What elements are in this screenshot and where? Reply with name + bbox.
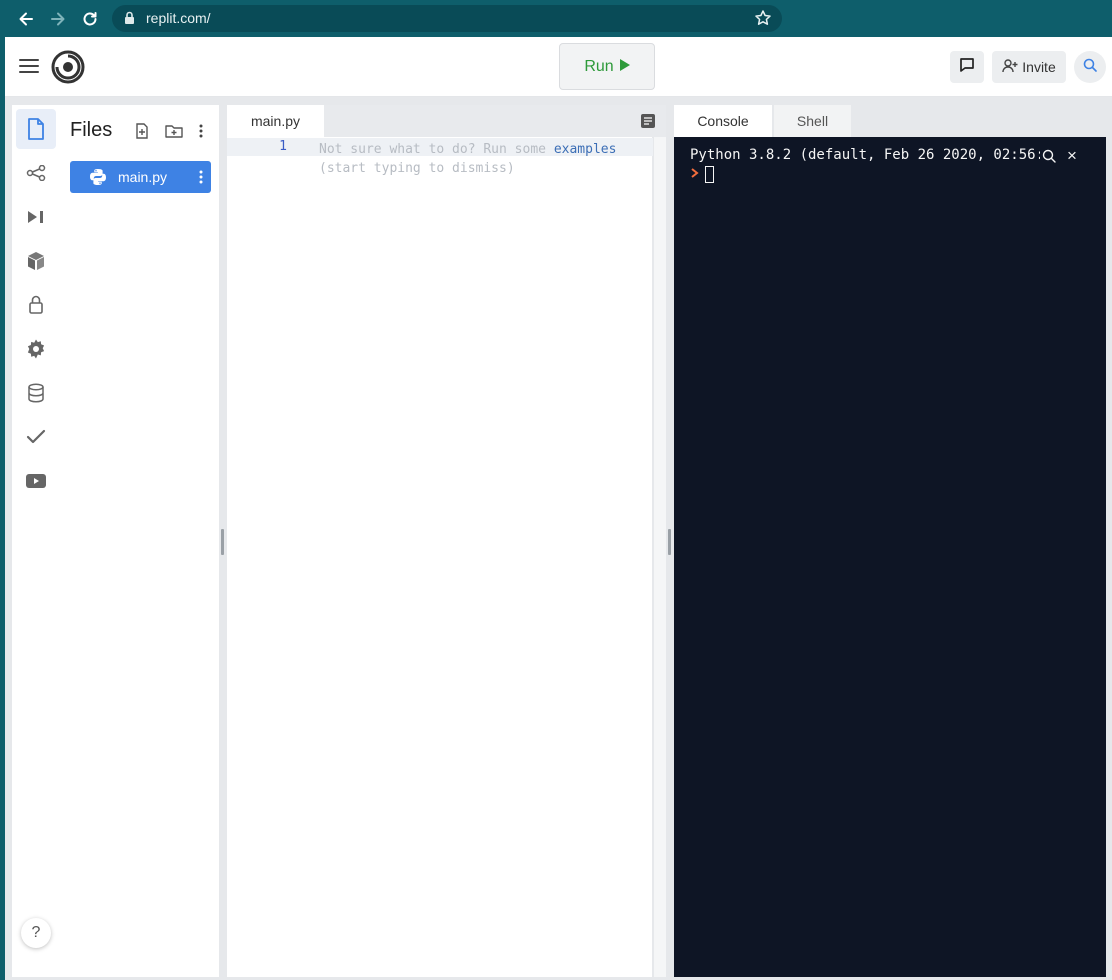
lock-icon xyxy=(124,11,135,30)
files-icon[interactable] xyxy=(16,109,56,149)
editor-resize-handle[interactable] xyxy=(668,529,671,555)
console-output-line: Python 3.8.2 (default, Feb 26 2020, 02:5… xyxy=(690,147,1040,163)
reload-icon[interactable] xyxy=(79,8,101,30)
hamburger-menu-icon[interactable] xyxy=(18,55,40,77)
console-output[interactable]: Python 3.8.2 (default, Feb 26 2020, 02:5… xyxy=(674,137,1106,977)
console-close-icon[interactable]: × xyxy=(1064,146,1080,166)
editor-panel: main.py 1 Not sure what to do? Run some … xyxy=(227,105,666,977)
invite-label: Invite xyxy=(1022,59,1056,75)
placeholder-text: Not sure what to do? Run some xyxy=(319,142,554,157)
window-edge xyxy=(0,37,5,980)
tab-main-py[interactable]: main.py xyxy=(227,105,324,137)
more-options-icon[interactable] xyxy=(191,121,211,141)
video-icon[interactable] xyxy=(16,461,56,501)
line-number: 1 xyxy=(279,139,287,154)
run-button-label: Run xyxy=(584,57,614,75)
packages-icon[interactable] xyxy=(16,241,56,281)
debugger-icon[interactable] xyxy=(16,197,56,237)
help-label: ? xyxy=(31,924,41,941)
invite-button[interactable]: Invite xyxy=(992,51,1066,83)
examples-link[interactable]: examples xyxy=(554,142,617,157)
url-text: replit.com/ xyxy=(146,10,211,26)
terminal-cursor xyxy=(705,166,714,183)
help-button[interactable]: ? xyxy=(21,918,51,948)
search-icon xyxy=(1083,58,1097,77)
settings-gear-icon[interactable] xyxy=(16,329,56,369)
tab-shell[interactable]: Shell xyxy=(774,105,851,137)
prompt-chevron-icon xyxy=(691,167,699,181)
address-bar[interactable]: replit.com/ xyxy=(112,5,782,32)
editor-menu-icon[interactable] xyxy=(640,113,656,129)
app-header: Run Invite xyxy=(5,37,1112,97)
file-options-icon[interactable] xyxy=(193,167,209,187)
editor-scrollbar[interactable] xyxy=(653,137,666,977)
console-search-icon[interactable] xyxy=(1042,149,1058,165)
tab-label: main.py xyxy=(250,113,301,129)
console-tab-label: Console xyxy=(697,113,749,129)
add-user-icon xyxy=(1002,58,1018,76)
forward-arrow-icon[interactable] xyxy=(47,8,69,30)
search-button[interactable] xyxy=(1074,51,1106,83)
lock-secrets-icon[interactable] xyxy=(16,285,56,325)
chat-button[interactable] xyxy=(950,51,984,83)
python-icon xyxy=(89,168,107,191)
new-file-icon[interactable] xyxy=(132,121,152,141)
new-folder-icon[interactable] xyxy=(164,121,184,141)
database-icon[interactable] xyxy=(16,373,56,413)
back-arrow-icon[interactable] xyxy=(15,8,37,30)
sidebar-resize-handle[interactable] xyxy=(221,529,224,555)
file-item-main-py[interactable]: main.py xyxy=(70,161,211,193)
code-editor[interactable]: 1 Not sure what to do? Run some examples… xyxy=(227,137,653,977)
file-name: main.py xyxy=(118,169,168,185)
sidebar-panel: Files main.py ? xyxy=(12,105,219,977)
editor-tab-bar: main.py xyxy=(227,105,666,137)
files-heading: Files xyxy=(70,119,113,141)
browser-toolbar: replit.com/ xyxy=(0,0,1112,37)
version-control-icon[interactable] xyxy=(16,153,56,193)
bookmark-star-icon[interactable] xyxy=(754,9,772,32)
shell-tab-label: Shell xyxy=(796,113,829,129)
placeholder-dismiss-hint: (start typing to dismiss) xyxy=(319,161,515,176)
console-tab-bar: Console Shell xyxy=(674,105,1106,137)
replit-logo-icon[interactable] xyxy=(51,50,85,84)
tab-console[interactable]: Console xyxy=(674,105,772,137)
chat-bubble-icon xyxy=(959,57,975,78)
editor-placeholder: Not sure what to do? Run some examples (… xyxy=(319,140,616,178)
play-icon xyxy=(619,58,630,76)
run-button[interactable]: Run xyxy=(559,43,655,90)
checkmark-icon[interactable] xyxy=(16,417,56,457)
